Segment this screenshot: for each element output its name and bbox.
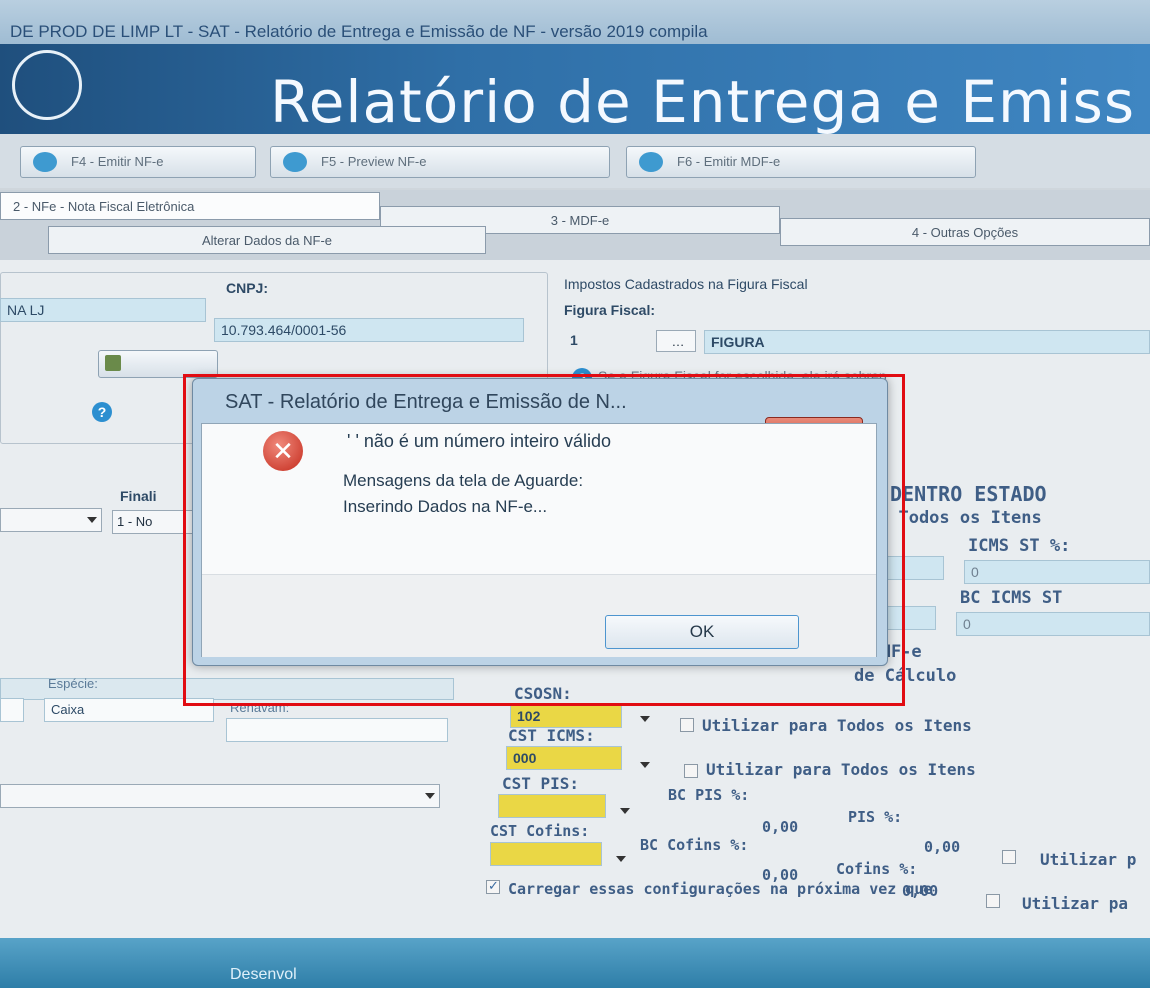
utilizar-pis-label: Utilizar p	[1040, 850, 1137, 869]
status-text: Desenvol	[230, 966, 297, 983]
utilizar-csosn-label: Utilizar para Todos os Itens	[702, 716, 972, 735]
status-bar: Desenvol	[0, 938, 1150, 988]
emitir-nfe-label: F4 - Emitir NF-e	[71, 154, 164, 169]
utilizar-pis-checkbox[interactable]	[1002, 850, 1016, 864]
icms-st-field[interactable]: 0	[964, 560, 1150, 584]
cst-cofins-field[interactable]	[490, 842, 602, 866]
pis-label: PIS %:	[848, 808, 903, 826]
pis-value[interactable]: 0,00	[924, 838, 960, 856]
cst-pis-label: CST PIS:	[502, 774, 580, 793]
csosn-field[interactable]: 102	[510, 704, 622, 728]
cst-cofins-label: CST Cofins:	[490, 822, 590, 840]
figura-field[interactable]: FIGURA	[704, 330, 1150, 354]
bc-icms-st-label: BC ICMS ST	[960, 588, 1063, 608]
window-title: DE PROD DE LIMP LT - SAT - Relatório de …	[10, 22, 708, 41]
globe-icon	[283, 152, 307, 172]
preview-nfe-label: F5 - Preview NF-e	[321, 154, 427, 169]
highlight-frame	[183, 374, 905, 706]
help-icon[interactable]: ?	[92, 402, 112, 422]
bottom-left-combo[interactable]	[0, 784, 440, 808]
save-icon	[105, 355, 121, 371]
globe-logo-icon	[12, 50, 82, 120]
renavam-field[interactable]	[226, 718, 448, 742]
globe-icon	[639, 152, 663, 172]
figura-fiscal-label: Figura Fiscal:	[564, 302, 656, 318]
app-banner: Relatório de Entrega e Emiss	[0, 44, 1150, 136]
figura-number: 1	[570, 332, 578, 348]
emitir-mdfe-label: F6 - Emitir MDF-e	[677, 154, 781, 169]
finalidade-label: Finali	[120, 488, 157, 504]
left-combo[interactable]	[0, 508, 102, 532]
bc-pis-value[interactable]: 0,00	[762, 818, 798, 836]
tab-outras-opcoes[interactable]: 4 - Outras Opções	[780, 218, 1150, 246]
utilizar-cofins-checkbox[interactable]	[986, 894, 1000, 908]
cofins-label: Cofins %:	[836, 860, 918, 878]
utilizar-cofins-label: Utilizar pa	[1022, 894, 1128, 913]
bc-pis-label: BC PIS %:	[668, 786, 750, 804]
tab-nfe[interactable]: 2 - NFe - Nota Fiscal Eletrônica	[0, 192, 380, 220]
cst-icms-field[interactable]: 000	[506, 746, 622, 770]
chevron-down-icon	[425, 793, 435, 799]
figura-lookup-button[interactable]: …	[656, 330, 696, 352]
preview-nfe-button[interactable]: F5 - Preview NF-e	[270, 146, 610, 178]
cst-pis-field[interactable]	[498, 794, 606, 818]
chevron-down-icon	[87, 517, 97, 523]
window-titlebar: DE PROD DE LIMP LT - SAT - Relatório de …	[0, 0, 1150, 45]
utilizar-cst-icms-checkbox[interactable]	[684, 764, 698, 778]
especie-label: Espécie:	[48, 676, 98, 691]
tab-alterar-dados[interactable]: Alterar Dados da NF-e	[48, 226, 486, 254]
chevron-down-icon[interactable]	[616, 856, 626, 862]
cnpj-label: CNPJ:	[226, 280, 269, 296]
impostos-label: Impostos Cadastrados na Figura Fiscal	[564, 276, 808, 292]
quantidade-field[interactable]	[0, 698, 24, 722]
chevron-down-icon[interactable]	[640, 762, 650, 768]
icms-st-label: ICMS ST %:	[968, 536, 1071, 556]
bc-cofins-label: BC Cofins %:	[640, 836, 749, 854]
utilizar-csosn-checkbox[interactable]	[680, 718, 694, 732]
finalidade-value: 1 - No	[117, 514, 153, 529]
bc-icms-st-field[interactable]: 0	[956, 612, 1150, 636]
name-field[interactable]: NA LJ	[0, 298, 206, 322]
globe-icon	[33, 152, 57, 172]
cnpj-field[interactable]: 10.793.464/0001-56	[214, 318, 524, 342]
dentro-estado-heading: DENTRO ESTADO	[890, 482, 1047, 506]
emitir-mdfe-button[interactable]: F6 - Emitir MDF-e	[626, 146, 976, 178]
carregar-label: Carregar essas configurações na próxima …	[508, 880, 933, 898]
emitir-nfe-button[interactable]: F4 - Emitir NF-e	[20, 146, 256, 178]
carregar-checkbox[interactable]	[486, 878, 500, 894]
utilizar-cst-icms-label: Utilizar para Todos os Itens	[706, 760, 976, 779]
chevron-down-icon[interactable]	[640, 716, 650, 722]
banner-title: Relatório de Entrega e Emiss	[270, 68, 1136, 136]
chevron-down-icon[interactable]	[620, 808, 630, 814]
cst-icms-label: CST ICMS:	[508, 726, 595, 745]
